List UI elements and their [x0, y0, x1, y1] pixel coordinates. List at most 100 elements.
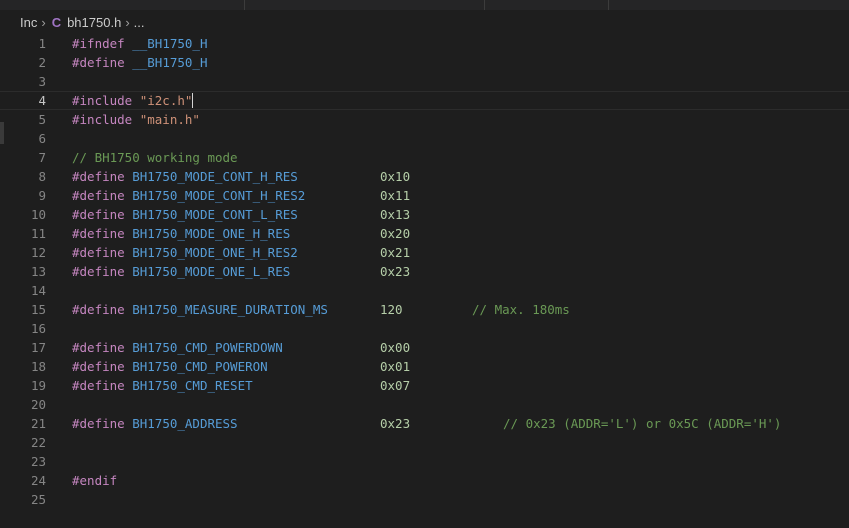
chevron-right-icon: ›	[41, 14, 46, 30]
code-token-num: 0x07	[380, 378, 411, 393]
line-number: 4	[38, 93, 46, 108]
code-text: // BH1750 working mode	[72, 148, 842, 167]
code-text: #define BH1750_MODE_CONT_H_RES 0x10	[72, 167, 842, 186]
line-number: 18	[30, 359, 46, 374]
code-line[interactable]: 15 #define BH1750_MEASURE_DURATION_MS 120 /…	[0, 300, 849, 319]
tab-separator	[244, 0, 245, 10]
code-line[interactable]: 18 #define BH1750_CMD_POWERON 0x01	[0, 357, 849, 376]
code-line[interactable]: 2 #define __BH1750_H	[0, 53, 849, 72]
code-token-mac: BH1750_MODE_ONE_H_RES	[132, 226, 291, 241]
tab-separator	[484, 0, 485, 10]
code-line[interactable]: 11 #define BH1750_MODE_ONE_H_RES 0x20	[0, 224, 849, 243]
code-line[interactable]: 9 #define BH1750_MODE_CONT_H_RES2 0x11	[0, 186, 849, 205]
code-token-kw: #define	[72, 188, 133, 203]
code-token-num: 0x20	[380, 226, 411, 241]
line-number: 3	[38, 74, 46, 89]
line-number: 23	[30, 454, 46, 469]
code-token-kw: #endif	[72, 473, 118, 488]
code-token-kw: #define	[72, 378, 133, 393]
scrollbar-marker[interactable]	[0, 122, 4, 144]
breadcrumb: Inc › C bh1750.h › ...	[0, 10, 849, 34]
line-number: 10	[30, 207, 46, 222]
code-token-mac: BH1750_MODE_CONT_H_RES2	[132, 188, 306, 203]
code-line[interactable]: 25	[0, 490, 849, 509]
code-line[interactable]: 16	[0, 319, 849, 338]
code-line[interactable]: 5 #include "main.h"	[0, 110, 849, 129]
code-token-kw: #define	[72, 245, 133, 260]
code-line[interactable]: 12 #define BH1750_MODE_ONE_H_RES2 0x21	[0, 243, 849, 262]
code-token-mac: BH1750_CMD_POWERON	[132, 359, 268, 374]
code-line[interactable]: 20	[0, 395, 849, 414]
code-token-mac: BH1750_MODE_CONT_H_RES	[132, 169, 298, 184]
code-line[interactable]: 22	[0, 433, 849, 452]
code-token-kw: #define	[72, 207, 133, 222]
line-number: 6	[38, 131, 46, 146]
code-line[interactable]: 14	[0, 281, 849, 300]
code-text: #ifndef __BH1750_H	[72, 34, 842, 53]
code-text: #define BH1750_MODE_ONE_L_RES 0x23	[72, 262, 842, 281]
code-token-num: 0x00	[380, 340, 411, 355]
code-line[interactable]: 19 #define BH1750_CMD_RESET 0x07	[0, 376, 849, 395]
code-text: #define BH1750_MODE_ONE_H_RES 0x20	[72, 224, 842, 243]
code-token-mac: BH1750_MEASURE_DURATION_MS	[132, 302, 328, 317]
line-number: 12	[30, 245, 46, 260]
line-number: 2	[38, 55, 46, 70]
code-token-kw: #define	[72, 359, 133, 374]
code-token-num: 0x23	[380, 264, 411, 279]
code-line[interactable]: 8 #define BH1750_MODE_CONT_H_RES 0x10	[0, 167, 849, 186]
line-number: 11	[30, 226, 46, 241]
code-text: #define BH1750_MODE_CONT_H_RES2 0x11	[72, 186, 842, 205]
code-line[interactable]: 4 #include "i2c.h"	[0, 91, 849, 110]
code-text: #define BH1750_MODE_ONE_H_RES2 0x21	[72, 243, 842, 262]
line-number: 22	[30, 435, 46, 450]
line-number: 25	[30, 492, 46, 507]
code-text: #define BH1750_MEASURE_DURATION_MS 120 // …	[72, 300, 842, 319]
code-line[interactable]: 17 #define BH1750_CMD_POWERDOWN 0x00	[0, 338, 849, 357]
code-token-num: 0x11	[380, 188, 411, 203]
code-line[interactable]: 7 // BH1750 working mode	[0, 148, 849, 167]
code-line[interactable]: 13 #define BH1750_MODE_ONE_L_RES 0x23	[0, 262, 849, 281]
chevron-right-icon: ›	[125, 14, 130, 30]
code-line[interactable]: 24 #endif	[0, 471, 849, 490]
code-text: #define BH1750_CMD_POWERON 0x01	[72, 357, 842, 376]
tab-strip	[0, 0, 849, 10]
tab-separator	[608, 0, 609, 10]
code-token-num: 0x01	[380, 359, 411, 374]
code-token-kw: #define	[72, 302, 133, 317]
code-token-kw: #include	[72, 93, 140, 108]
code-token-str: "main.h"	[139, 112, 200, 127]
code-token-mac: BH1750_MODE_ONE_H_RES2	[132, 245, 298, 260]
line-number: 17	[30, 340, 46, 355]
code-line[interactable]: 6	[0, 129, 849, 148]
line-number: 7	[38, 150, 46, 165]
code-token-cmt: // 0x23 (ADDR='L') or 0x5C (ADDR='H')	[503, 416, 782, 431]
code-text: #include "main.h"	[72, 110, 842, 129]
code-line[interactable]: 10 #define BH1750_MODE_CONT_L_RES 0x13	[0, 205, 849, 224]
code-text: #define __BH1750_H	[72, 53, 842, 72]
code-text: #define BH1750_ADDRESS 0x23 // 0x23 (ADDR=…	[72, 414, 842, 433]
code-editor[interactable]: 1 #ifndef __BH1750_H 2 #define __BH1750_H 3 4…	[0, 34, 849, 528]
line-number: 8	[38, 169, 46, 184]
code-text: #define BH1750_CMD_RESET 0x07	[72, 376, 842, 395]
code-line[interactable]: 23	[0, 452, 849, 471]
breadcrumb-file[interactable]: bh1750.h	[67, 15, 121, 30]
code-line[interactable]: 3	[0, 72, 849, 91]
line-number: 1	[38, 36, 46, 51]
code-line[interactable]: 21 #define BH1750_ADDRESS 0x23 // 0x23 (ADD…	[0, 414, 849, 433]
code-text: #include "i2c.h"	[72, 91, 842, 110]
code-token-kw: #define	[72, 169, 133, 184]
code-line[interactable]: 1 #ifndef __BH1750_H	[0, 34, 849, 53]
code-token-mac: BH1750_CMD_POWERDOWN	[132, 340, 283, 355]
code-token-num: 0x21	[380, 245, 411, 260]
code-token-mac: BH1750_MODE_CONT_L_RES	[132, 207, 298, 222]
breadcrumb-symbol[interactable]: ...	[134, 15, 145, 30]
code-token-num: 120	[380, 302, 403, 317]
code-token-mac: __BH1750_H	[132, 55, 208, 70]
code-text: #endif	[72, 471, 842, 490]
line-number: 9	[38, 188, 46, 203]
code-token-kw: #include	[72, 112, 140, 127]
breadcrumb-folder[interactable]: Inc	[20, 15, 37, 30]
